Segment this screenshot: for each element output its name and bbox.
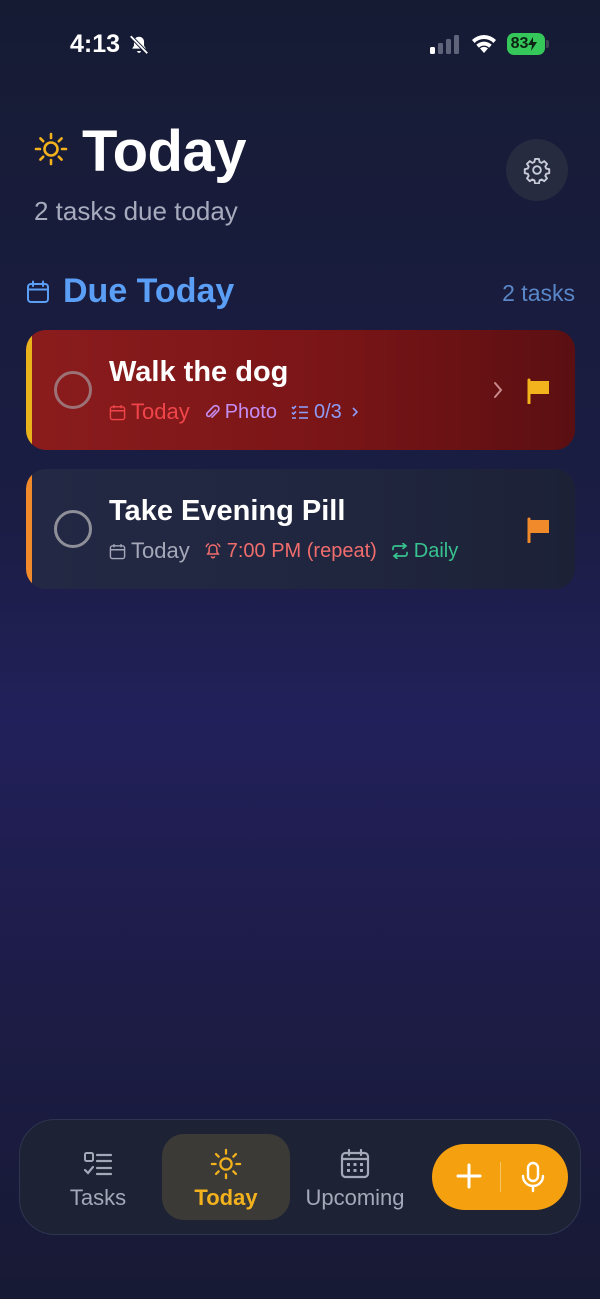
task-title: Take Evening Pill xyxy=(109,495,346,527)
microphone-icon[interactable] xyxy=(520,1161,546,1193)
paperclip-icon xyxy=(205,404,220,419)
tab-label: Upcoming xyxy=(305,1185,405,1210)
task-title: Walk the dog xyxy=(109,356,289,388)
tab-bar: Tasks Today Upcoming xyxy=(19,1119,581,1235)
page-subtitle: 2 tasks due today xyxy=(34,196,238,226)
checklist-icon xyxy=(291,405,308,419)
due-date: Today xyxy=(131,399,190,424)
section-header: Due Today 2 tasks xyxy=(26,272,575,316)
repeat-icon xyxy=(391,543,408,559)
wifi-icon xyxy=(472,35,496,53)
tab-label: Tasks xyxy=(69,1185,127,1210)
status-time: 4:13 xyxy=(70,30,121,58)
chevron-right-icon[interactable] xyxy=(492,380,504,400)
page-title: Today xyxy=(82,119,247,184)
flag-icon[interactable] xyxy=(526,378,552,404)
bell-slash-icon xyxy=(129,35,149,55)
task-meta: Today 7:00 PM (repeat) Daily xyxy=(109,537,472,565)
settings-button[interactable] xyxy=(506,139,568,201)
priority-accent-bar xyxy=(26,330,32,450)
plus-icon[interactable] xyxy=(454,1161,484,1191)
tab-today[interactable]: Today xyxy=(162,1134,290,1220)
task-meta: Today Photo 0/3 xyxy=(109,398,379,426)
page-header: Today 2 tasks due today xyxy=(34,118,574,238)
complete-checkbox[interactable] xyxy=(54,510,92,548)
due-date: Today xyxy=(131,538,190,563)
reminder-time: 7:00 PM (repeat) xyxy=(226,539,377,562)
fab-divider xyxy=(500,1162,501,1192)
recurrence-label: Daily xyxy=(413,539,459,562)
calendar-icon xyxy=(109,543,126,559)
charging-bolt-icon xyxy=(528,37,538,51)
sun-icon xyxy=(34,132,68,166)
attachment-label: Photo xyxy=(224,400,277,423)
tab-label: Today xyxy=(194,1185,258,1210)
gear-icon xyxy=(523,157,551,184)
sun-icon xyxy=(210,1148,242,1180)
chevron-right-icon xyxy=(352,407,358,417)
task-card[interactable]: Take Evening Pill Today 7:00 PM (repeat)… xyxy=(26,469,575,589)
task-count: 2 tasks xyxy=(502,280,575,306)
flag-icon[interactable] xyxy=(526,517,552,543)
tab-tasks[interactable]: Tasks xyxy=(34,1134,162,1220)
task-card[interactable]: Walk the dog Today Photo 0/3 xyxy=(26,330,575,450)
battery-level: 83 xyxy=(510,35,529,52)
priority-accent-bar xyxy=(26,469,32,589)
complete-checkbox[interactable] xyxy=(54,371,92,409)
calendar-grid-icon xyxy=(340,1148,370,1179)
calendar-icon xyxy=(27,280,49,303)
alarm-bell-icon xyxy=(205,543,221,559)
battery-indicator: 83 xyxy=(507,33,549,55)
calendar-icon xyxy=(109,404,126,420)
tab-upcoming[interactable]: Upcoming xyxy=(291,1134,419,1220)
add-task-fab xyxy=(432,1144,568,1210)
status-bar: 4:13 83 xyxy=(0,0,600,90)
section-title: Due Today xyxy=(63,272,235,310)
cellular-signal-icon xyxy=(430,35,459,54)
checklist-icon xyxy=(83,1152,113,1176)
subtask-progress: 0/3 xyxy=(313,400,342,423)
